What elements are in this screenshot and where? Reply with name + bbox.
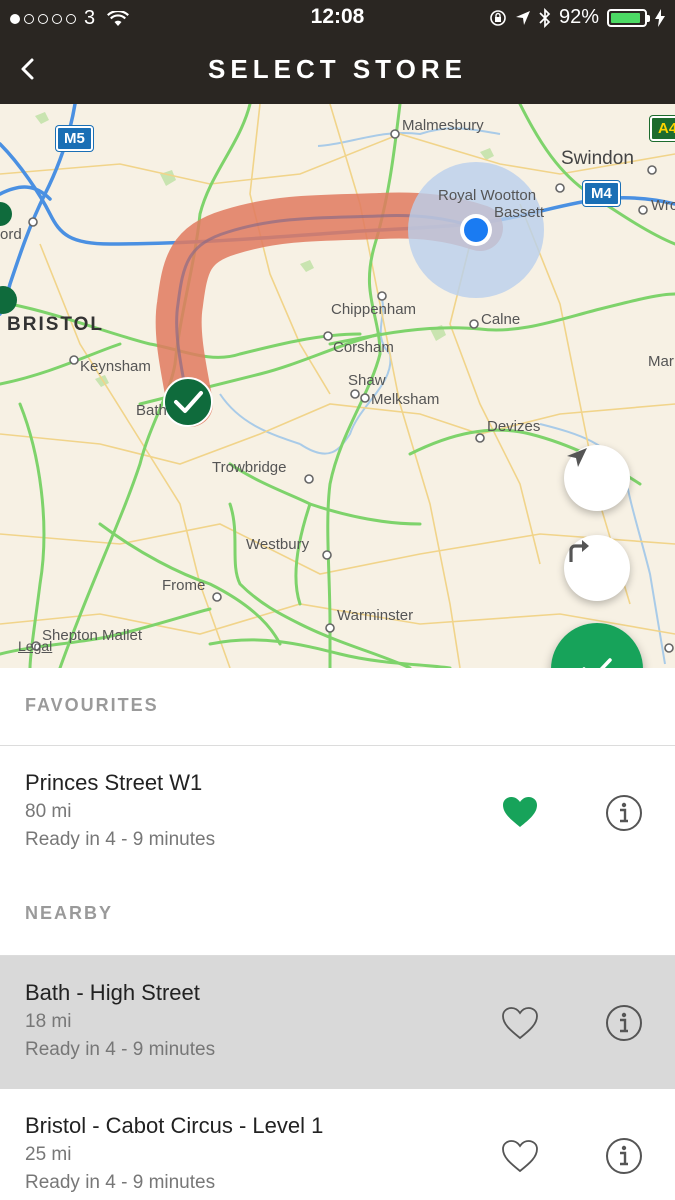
store-row[interactable]: Princes Street W1 80 mi Ready in 4 - 9 m…	[0, 746, 675, 876]
store-pin	[0, 202, 12, 226]
store-pin	[0, 286, 17, 314]
locate-me-button[interactable]	[564, 445, 630, 511]
place-label: Warminster	[337, 607, 414, 624]
store-name: Princes Street W1	[25, 770, 203, 795]
place-label: ord	[0, 226, 22, 243]
info-icon[interactable]	[605, 794, 643, 832]
m4-road-badge: M4	[583, 181, 620, 206]
store-distance: 18 mi	[25, 1011, 72, 1032]
location-services-icon	[515, 10, 530, 25]
favourite-heart-outline-icon[interactable]	[500, 1005, 540, 1041]
store-row-selected[interactable]: Bath - High Street 18 mi Ready in 4 - 9 …	[0, 956, 675, 1089]
section-title: FAVOURITES	[25, 695, 159, 715]
bluetooth-icon	[539, 7, 551, 28]
store-name: Bath - High Street	[25, 980, 200, 1005]
turn-right-icon	[569, 540, 589, 562]
store-row[interactable]: Bristol - Cabot Circus - Level 1 25 mi R…	[0, 1089, 675, 1200]
store-distance: 25 mi	[25, 1144, 72, 1165]
place-label: Bath	[136, 402, 167, 419]
info-icon[interactable]	[605, 1004, 643, 1042]
store-name: Bristol - Cabot Circus - Level 1	[25, 1113, 324, 1138]
legal-link[interactable]: Legal	[18, 638, 52, 654]
place-label: BRISTOL	[7, 314, 105, 335]
place-label: Shaw	[348, 372, 386, 389]
favourite-heart-filled-icon[interactable]	[500, 794, 540, 830]
m5-road-badge: M5	[56, 126, 93, 151]
a41-road-badge: A41	[650, 116, 675, 141]
place-label: Bassett	[494, 204, 545, 221]
directions-button[interactable]	[564, 535, 630, 601]
charging-bolt-icon	[655, 8, 665, 27]
place-label: Malmesbury	[402, 117, 484, 134]
section-title: NEARBY	[25, 903, 114, 923]
place-label: Trowbridge	[212, 459, 287, 476]
favourite-heart-outline-icon[interactable]	[500, 1138, 540, 1174]
place-label: Devizes	[487, 418, 541, 435]
favourites-section-header: FAVOURITES	[0, 668, 675, 746]
nav-bar: SELECT STORE	[0, 34, 675, 104]
store-ready-time: Ready in 4 - 9 minutes	[25, 829, 216, 850]
place-label: Royal Wootton	[438, 187, 537, 204]
battery-icon	[607, 8, 650, 27]
place-label: Wro	[651, 197, 675, 214]
store-ready-time: Ready in 4 - 9 minutes	[25, 1039, 216, 1060]
store-ready-time: Ready in 4 - 9 minutes	[25, 1172, 216, 1193]
info-icon[interactable]	[605, 1137, 643, 1175]
place-label: Corsham	[333, 339, 394, 356]
user-location-dot	[464, 218, 488, 242]
place-label: Frome	[162, 577, 206, 594]
place-label: Shepton Mallet	[42, 627, 143, 644]
store-distance: 80 mi	[25, 801, 72, 822]
place-label: Keynsham	[80, 358, 151, 375]
location-arrow-icon	[567, 448, 587, 467]
battery-percent: 92%	[558, 6, 599, 28]
place-label: Swindon	[561, 148, 634, 169]
page-title: SELECT STORE	[208, 54, 467, 84]
nearby-section-header: NEARBY	[0, 876, 675, 954]
map-view[interactable]: M5 M4 A41 Malmesbury Swindon Royal Woott…	[0, 104, 675, 668]
place-label: Calne	[481, 311, 521, 328]
place-label: Westbury	[246, 536, 310, 553]
status-bar: 3 12:08 92%	[0, 0, 675, 34]
selected-store-pin	[163, 377, 213, 427]
place-label: Melksham	[371, 391, 440, 408]
place-label: Mar	[648, 353, 674, 370]
orientation-lock-icon	[490, 9, 506, 26]
place-label: Chippenham	[331, 301, 417, 318]
